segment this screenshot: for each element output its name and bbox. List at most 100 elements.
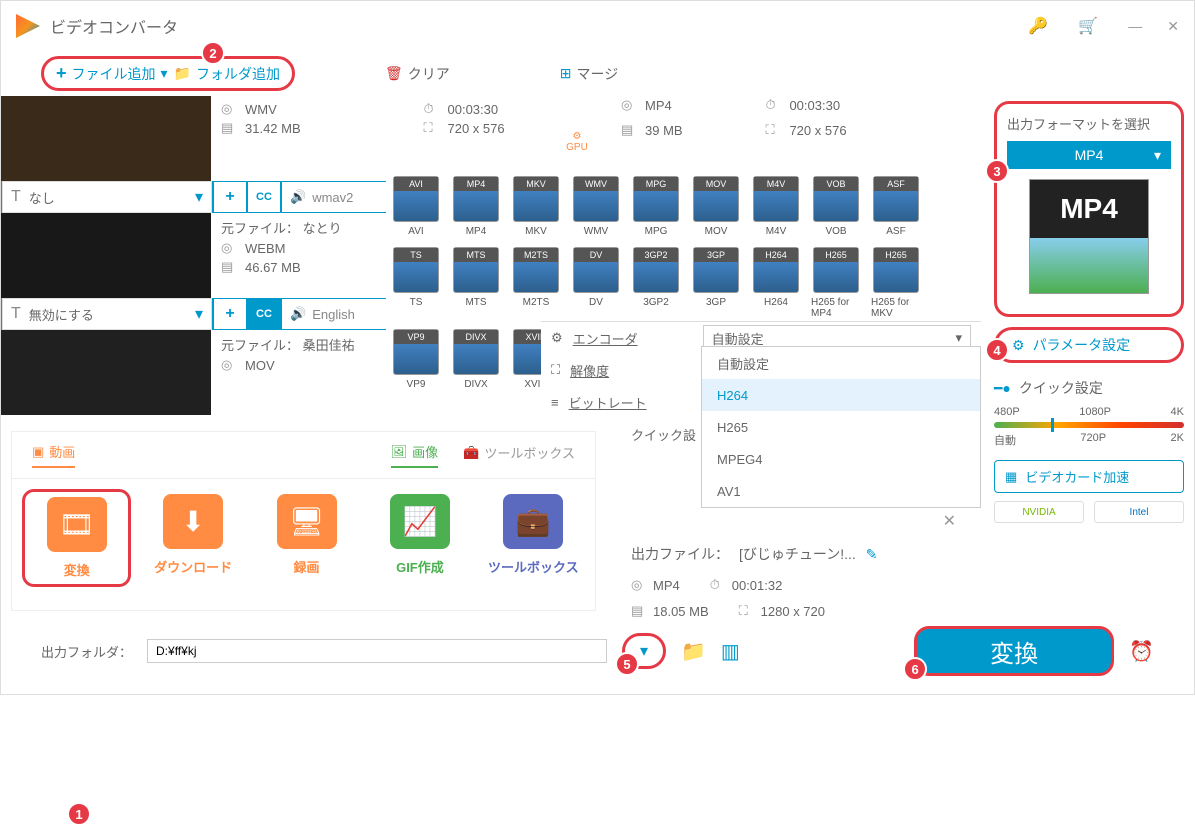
format-icon: ◎	[621, 97, 637, 113]
quick-setting-label: クイック設	[631, 425, 696, 444]
tab-video[interactable]: ▣動画	[32, 442, 75, 468]
output-file-name: [びじゅチューン!...	[739, 544, 856, 564]
video-thumbnail[interactable]	[1, 213, 211, 298]
chevron-down-icon: ▾	[955, 330, 962, 346]
bitrate-icon: ≡	[551, 395, 559, 410]
video-thumbnail[interactable]	[1, 96, 211, 181]
add-folder-button[interactable]: 📁 フォルダ追加	[174, 64, 280, 84]
chevron-down-icon: ▾	[195, 187, 203, 207]
merge-button[interactable]: ⊞ マージ	[560, 64, 618, 84]
badge-2: 2	[201, 41, 225, 65]
video-icon: ▣	[32, 444, 44, 460]
badge-1: 1	[67, 802, 91, 826]
format-option[interactable]: M2TSM2TS	[511, 247, 561, 319]
video-thumbnail[interactable]	[1, 330, 211, 415]
format-option[interactable]: WMVWMV	[571, 176, 621, 237]
encoder-option[interactable]: MPEG4	[702, 443, 980, 475]
convert-button[interactable]: 6 変換	[914, 626, 1114, 676]
cc-button[interactable]: CC	[248, 182, 280, 212]
format-option[interactable]: MTSMTS	[451, 247, 501, 319]
gpu-icon: ⚙GPU	[561, 131, 593, 163]
chevron-down-icon: ▾	[195, 304, 203, 324]
toolbar: 2 + ファイル追加 ▾ 📁 フォルダ追加 🗑 クリア ⊞ マージ	[1, 51, 1194, 96]
format-option[interactable]: VP9VP9	[391, 329, 441, 390]
subtitle-select[interactable]: T なし ▾	[2, 181, 212, 213]
format-option[interactable]: DIVXDIVX	[451, 329, 501, 390]
format-option[interactable]: M4VM4V	[751, 176, 801, 237]
badge-3: 3	[985, 159, 1009, 183]
settings-icon: ⚙	[1012, 337, 1025, 354]
size-icon: ▤	[631, 603, 647, 619]
format-option[interactable]: MP4MP4	[451, 176, 501, 237]
format-icon: ◎	[221, 101, 237, 117]
encoder-option[interactable]: 自動設定	[702, 347, 980, 379]
encoder-option[interactable]: AV1	[702, 475, 980, 507]
key-icon[interactable]: 🔑	[1028, 16, 1048, 36]
intel-logo: Intel	[1094, 501, 1184, 523]
tool-toolbox[interactable]: 💼 ツールボックス	[482, 489, 585, 587]
chevron-down-icon: ▾	[1154, 147, 1161, 164]
alarm-icon[interactable]: ⏰	[1129, 639, 1154, 664]
text-icon: T	[11, 188, 21, 206]
tool-download[interactable]: ⬇ ダウンロード	[141, 489, 244, 587]
cart-icon[interactable]: 🛒	[1078, 16, 1098, 36]
open-folder-button[interactable]: 📁	[681, 639, 706, 664]
format-option[interactable]: 3GP23GP2	[631, 247, 681, 319]
resolution-icon: ⛶	[551, 362, 560, 378]
chip-icon: ▦	[1005, 469, 1017, 485]
badge-5: 5	[615, 652, 639, 676]
folder-icon: 📁	[174, 65, 191, 82]
text-icon: T	[11, 305, 21, 323]
chevron-down-icon: ▾	[161, 65, 168, 82]
format-option[interactable]: MKVMKV	[511, 176, 561, 237]
format-option[interactable]: VOBVOB	[811, 176, 861, 237]
nvidia-logo: NVIDIA	[994, 501, 1084, 523]
bitrate-label: ビットレート	[569, 393, 689, 412]
format-option[interactable]: MPGMPG	[631, 176, 681, 237]
format-option[interactable]: TSTS	[391, 247, 441, 319]
format-select[interactable]: MP4▾	[1007, 141, 1171, 169]
subtitle-select[interactable]: T 無効にする ▾	[2, 298, 212, 330]
parameter-settings-button[interactable]: 4 ⚙ パラメータ設定	[994, 327, 1184, 363]
edit-icon[interactable]: ✎	[866, 546, 878, 563]
tool-gif[interactable]: 📈 GIF作成	[368, 489, 471, 587]
encoder-option[interactable]: H265	[702, 411, 980, 443]
select-format-label: 出力フォーマットを選択	[1007, 114, 1171, 133]
tab-image[interactable]: 🖼画像	[391, 442, 439, 468]
output-info: ◎MP4 ⏱00:03:30 ▤39 MB ⛶720 x 576	[621, 96, 847, 139]
titlebar: ビデオコンバータ 🔑 🛒 — ✕	[1, 1, 1194, 51]
gpu-accel-toggle[interactable]: ▦ ビデオカード加速	[994, 460, 1184, 493]
add-file-button[interactable]: + ファイル追加 ▾	[56, 63, 168, 84]
add-group: 2 + ファイル追加 ▾ 📁 フォルダ追加	[41, 56, 295, 91]
format-option[interactable]: DVDV	[571, 247, 621, 319]
format-icon: ◎	[631, 577, 647, 593]
format-option[interactable]: H265 H265 for MP4	[811, 247, 861, 319]
app-title: ビデオコンバータ	[50, 14, 1028, 38]
tool-record[interactable]: 🖥 録画	[255, 489, 358, 587]
format-option[interactable]: 3GP3GP	[691, 247, 741, 319]
format-option[interactable]: H265 H265 for MKV	[871, 247, 921, 319]
format-option[interactable]: AVIAVI	[391, 176, 441, 237]
format-option[interactable]: MOVMOV	[691, 176, 741, 237]
list-button[interactable]: ▥	[721, 639, 740, 664]
tab-toolbox[interactable]: 🧰ツールボックス	[463, 442, 575, 468]
add-subtitle-button[interactable]: +	[214, 182, 246, 212]
output-folder-input[interactable]	[147, 639, 607, 663]
badge-4: 4	[985, 338, 1009, 362]
slider-icon: ━●	[994, 380, 1011, 397]
trash-icon: 🗑	[385, 65, 403, 82]
encoder-option[interactable]: H264	[702, 379, 980, 411]
tool-convert[interactable]: 1 🎞 変換	[22, 489, 131, 587]
close-button[interactable]: ✕	[1167, 18, 1179, 35]
cc-button[interactable]: CC	[248, 299, 280, 329]
clear-button[interactable]: 🗑 クリア	[385, 64, 450, 84]
format-preview: MP4	[1029, 179, 1149, 294]
quality-slider[interactable]	[994, 422, 1184, 428]
format-option[interactable]: ASFASF	[871, 176, 921, 237]
minimize-button[interactable]: —	[1128, 18, 1142, 35]
folder-dropdown[interactable]: 5 ▾	[622, 633, 666, 669]
output-folder-label: 出力フォルダ：	[41, 642, 132, 661]
add-subtitle-button[interactable]: +	[214, 299, 246, 329]
close-icon[interactable]: ✕	[943, 513, 956, 530]
format-option[interactable]: H264H264	[751, 247, 801, 319]
